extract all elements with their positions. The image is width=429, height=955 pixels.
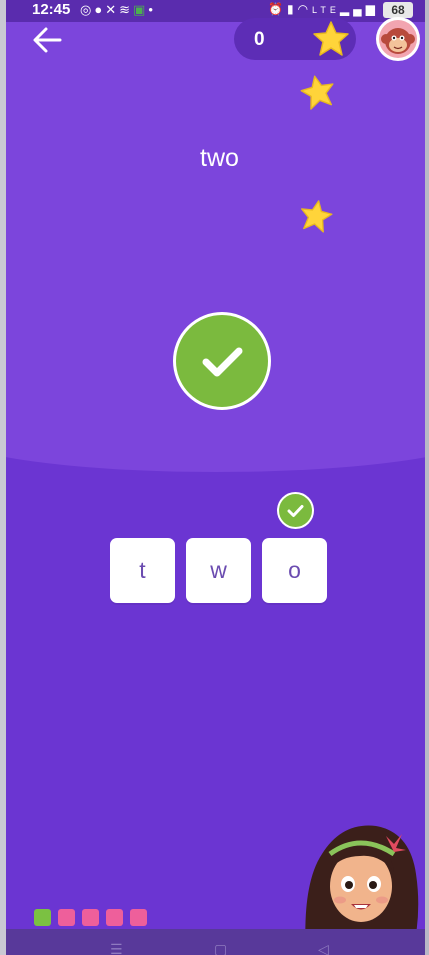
progress-dot-pending [82,909,99,926]
status-bar: 12:45 ◎●✕≋▣• ⏰▮◠LTE▂▄▆ 68 [6,0,425,22]
correct-answer-badge [173,312,271,410]
back-button[interactable] [30,24,64,56]
score-value: 0 [254,29,265,50]
star-icon [301,200,333,233]
monkey-avatar-icon [379,20,417,58]
word-complete-badge [277,492,314,529]
progress-dot-pending [58,909,75,926]
signal-icon: ▂▄▆ [339,2,379,16]
checkmark-icon [202,347,243,377]
chat-icon: ● [94,2,106,17]
whatsapp-icon: ◎ [80,2,95,17]
recent-apps-icon[interactable]: ☰ [110,941,123,955]
letter-tile[interactable]: w [186,538,251,603]
volte-icon: LTE [312,5,340,15]
battery-indicator: 68 [383,2,413,18]
dot-icon: • [148,2,156,17]
alarm-icon: ⏰ [268,2,287,16]
profile-avatar[interactable] [376,17,420,61]
notification-icons: ◎●✕≋▣• [80,2,156,18]
back-nav-icon[interactable]: ◁ [318,941,329,955]
home-icon[interactable]: ▢ [214,941,227,955]
progress-dot-completed [34,909,51,926]
app-screen: 12:45 ◎●✕≋▣• ⏰▮◠LTE▂▄▆ 68 0 two t w o ☰ … [6,0,425,955]
wifi-icon: ◠ [297,2,313,16]
wifi-calling-icon: ≋ [119,2,134,17]
vibrate-icon: ▮ [286,2,298,16]
progress-dot-pending [130,909,147,926]
arrow-left-icon [33,27,62,53]
status-time: 12:45 [32,1,71,18]
missed-call-icon: ✕ [105,2,120,17]
system-icons: ⏰▮◠LTE▂▄▆ [268,2,379,16]
system-nav-bar: ☰ ▢ ◁ [6,929,425,955]
checkmark-icon [287,505,304,517]
progress-dot-pending [106,909,123,926]
letter-tile[interactable]: o [262,538,327,603]
letter-tile[interactable]: t [110,538,175,603]
star-icon [300,75,334,110]
prompt-word: two [200,144,239,172]
sheets-icon: ▣ [133,2,149,17]
device-frame-right [425,0,429,955]
star-icon [313,21,349,56]
